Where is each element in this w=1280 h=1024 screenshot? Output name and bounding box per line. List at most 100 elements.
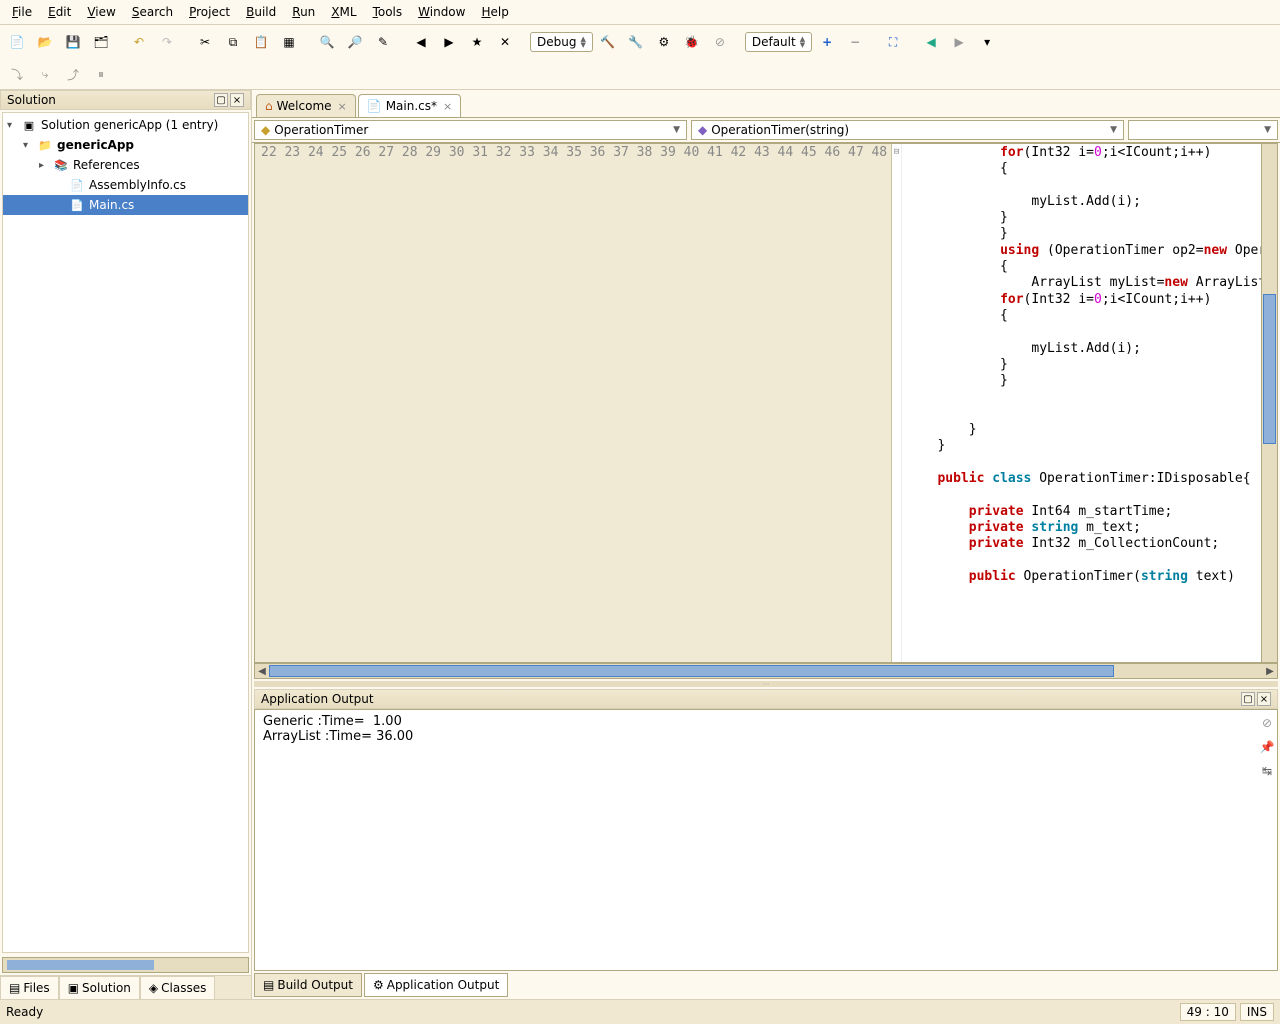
tab-label: Welcome: [277, 99, 332, 113]
menu-file[interactable]: File: [4, 2, 40, 22]
line-number-gutter: 22 23 24 25 26 27 28 29 30 31 32 33 34 3…: [255, 144, 892, 662]
menu-project[interactable]: Project: [181, 2, 238, 22]
output-panel-title: Application Output: [261, 692, 374, 706]
build-button[interactable]: 🔨: [595, 29, 621, 55]
save-button[interactable]: 💾: [60, 29, 86, 55]
class-selector-label: OperationTimer: [274, 123, 669, 137]
menu-search[interactable]: Search: [124, 2, 181, 22]
remove-button[interactable]: −: [842, 29, 868, 55]
save-all-button[interactable]: 🗂: [88, 29, 114, 55]
tasks-button[interactable]: ▦: [276, 29, 302, 55]
sidebar-tab-files[interactable]: ▤Files: [0, 976, 59, 999]
target-selector[interactable]: Default ▲▼: [745, 32, 812, 52]
member-selector-label: OperationTimer(string): [711, 123, 1106, 137]
step-into-button[interactable]: ⤷: [32, 61, 58, 87]
doc-tab-main[interactable]: 📄 Main.cs* ×: [358, 94, 461, 117]
expander-icon[interactable]: ▾: [23, 140, 33, 151]
expander-icon[interactable]: ▾: [7, 120, 17, 131]
doc-tab-welcome[interactable]: ⌂ Welcome ×: [256, 94, 356, 117]
copy-button[interactable]: ⧉: [220, 29, 246, 55]
class-selector[interactable]: ◆ OperationTimer ▼: [254, 120, 687, 140]
solution-root[interactable]: ▾ ▣ Solution genericApp (1 entry): [3, 115, 248, 135]
region-selector[interactable]: ▼: [1128, 120, 1278, 140]
nav-bookmark-button[interactable]: ★: [464, 29, 490, 55]
main-file-node[interactable]: 📄 Main.cs: [3, 195, 248, 215]
nav-back-button[interactable]: ◀: [408, 29, 434, 55]
menu-tools[interactable]: Tools: [365, 2, 411, 22]
redo-button[interactable]: ↷: [154, 29, 180, 55]
debug-button[interactable]: 🐞: [679, 29, 705, 55]
code-nav-bar: ◆ OperationTimer ▼ ◆ OperationTimer(stri…: [252, 117, 1280, 143]
output-side-buttons: ⊘ 📌 ↹: [1257, 710, 1277, 970]
sidebar-tabs: ▤Files ▣Solution ◈Classes: [0, 975, 251, 999]
menu-edit[interactable]: Edit: [40, 2, 79, 22]
main-area: Solution ▢ × ▾ ▣ Solution genericApp (1 …: [0, 90, 1280, 999]
add-button[interactable]: +: [814, 29, 840, 55]
csharp-file-icon: 📄: [367, 99, 382, 113]
open-button[interactable]: 📂: [32, 29, 58, 55]
code-content[interactable]: for(Int32 i=0;i<ICount;i++) { myList.Add…: [902, 144, 1261, 662]
pause-button[interactable]: ⏸: [88, 61, 114, 87]
find-file-button[interactable]: 🔎: [342, 29, 368, 55]
panel-close-button[interactable]: ×: [1257, 692, 1271, 706]
references-node[interactable]: ▸ 📚 References: [3, 155, 248, 175]
pin-output-button[interactable]: 📌: [1260, 740, 1275, 754]
panel-dock-button[interactable]: ▢: [214, 93, 228, 107]
stop-button[interactable]: ⊘: [707, 29, 733, 55]
editor-vscroll[interactable]: [1261, 144, 1277, 662]
solution-tree[interactable]: ▾ ▣ Solution genericApp (1 entry) ▾ 📁 ge…: [2, 112, 249, 953]
editor-hscroll[interactable]: ◀ ▶: [254, 663, 1278, 679]
nav-bm2-button[interactable]: ✕: [492, 29, 518, 55]
menu-view[interactable]: View: [79, 2, 123, 22]
dropdown-arrows-icon: ▲▼: [580, 36, 585, 48]
menu-build[interactable]: Build: [238, 2, 284, 22]
step-out-button[interactable]: ⤴: [60, 61, 86, 87]
replace-button[interactable]: ✎: [370, 29, 396, 55]
output-tab-app[interactable]: ⚙Application Output: [364, 973, 508, 997]
prev-error-button[interactable]: ◀: [918, 29, 944, 55]
scroll-right-icon[interactable]: ▶: [1263, 666, 1277, 677]
menu-window[interactable]: Window: [410, 2, 473, 22]
find-button[interactable]: 🔍: [314, 29, 340, 55]
undo-button[interactable]: ↶: [126, 29, 152, 55]
next-error-button[interactable]: ▶: [946, 29, 972, 55]
splitter[interactable]: ⋯: [254, 681, 1278, 687]
output-text[interactable]: Generic :Time= 1.00 ArrayList :Time= 36.…: [255, 710, 1257, 970]
close-icon[interactable]: ×: [338, 100, 347, 113]
run-button[interactable]: ⚙: [651, 29, 677, 55]
wrap-output-button[interactable]: ↹: [1262, 764, 1272, 778]
project-node[interactable]: ▾ 📁 genericApp: [3, 135, 248, 155]
cut-button[interactable]: ✂: [192, 29, 218, 55]
output-tab-build[interactable]: ▤Build Output: [254, 973, 362, 997]
app-output-icon: ⚙: [373, 978, 384, 992]
target-label: Default: [752, 35, 796, 49]
sidebar-tab-classes[interactable]: ◈Classes: [140, 976, 215, 999]
code-editor[interactable]: 22 23 24 25 26 27 28 29 30 31 32 33 34 3…: [254, 143, 1278, 663]
nav-fwd-button[interactable]: ▶: [436, 29, 462, 55]
sidebar-hscroll[interactable]: [2, 957, 249, 973]
output-panel: Application Output ▢ × Generic :Time= 1.…: [254, 689, 1278, 971]
menu-run[interactable]: Run: [284, 2, 323, 22]
solution-panel-title: Solution: [7, 93, 56, 107]
menu-xml[interactable]: XML: [323, 2, 364, 22]
panel-close-button[interactable]: ×: [230, 93, 244, 107]
sidebar-tab-label: Solution: [82, 981, 131, 995]
close-icon[interactable]: ×: [443, 100, 452, 113]
clear-output-button[interactable]: ⊘: [1262, 716, 1272, 730]
scroll-left-icon[interactable]: ◀: [255, 666, 269, 677]
build-config-selector[interactable]: Debug ▲▼: [530, 32, 593, 52]
menu-help[interactable]: Help: [473, 2, 516, 22]
panel-dock-button[interactable]: ▢: [1241, 692, 1255, 706]
paste-button[interactable]: 📋: [248, 29, 274, 55]
classes-icon: ◈: [149, 981, 158, 995]
new-file-button[interactable]: 📄: [4, 29, 30, 55]
assembly-file-node[interactable]: 📄 AssemblyInfo.cs: [3, 175, 248, 195]
rebuild-button[interactable]: 🔧: [623, 29, 649, 55]
member-selector[interactable]: ◆ OperationTimer(string) ▼: [691, 120, 1124, 140]
expander-icon[interactable]: ▸: [39, 160, 49, 171]
fullscreen-button[interactable]: ⛶: [880, 29, 906, 55]
fold-strip[interactable]: ⊟: [892, 144, 902, 662]
more-button[interactable]: ▾: [974, 29, 1000, 55]
sidebar-tab-solution[interactable]: ▣Solution: [59, 976, 140, 999]
step-over-button[interactable]: ⤵: [4, 61, 30, 87]
